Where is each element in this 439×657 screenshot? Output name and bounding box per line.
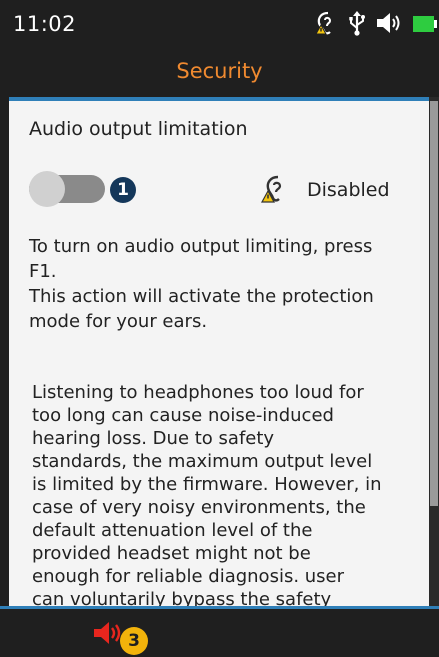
limit-status-label: Disabled <box>307 179 390 201</box>
warning-text: Listening to headphones too loud for too… <box>32 381 424 606</box>
function-key-bar: 3 <box>0 606 439 657</box>
instruction-line: This action will activate the protection <box>29 286 374 307</box>
warning-line: can voluntarily bypass the safety <box>32 589 332 606</box>
warning-line: Listening to headphones too loud for <box>32 382 364 403</box>
device-screen: 11:02 Security Audio output limitation 1… <box>0 0 439 657</box>
warning-line: default attenuation level of the <box>32 520 313 541</box>
hearing-protection-icon <box>315 11 332 35</box>
instructions-text: To turn on audio output limiting, press … <box>29 234 421 334</box>
usb-icon <box>349 11 365 36</box>
warning-line: is limited by the firmware. However, in <box>32 474 382 495</box>
instruction-line: To turn on audio output limiting, press <box>29 236 373 257</box>
scrollbar-thumb[interactable] <box>430 101 438 506</box>
speaker-icon <box>377 13 400 33</box>
status-bar: 11:02 <box>0 0 439 44</box>
step-badge-3: 3 <box>120 627 148 655</box>
battery-icon <box>413 16 437 32</box>
instruction-line: mode for your ears. <box>29 311 208 332</box>
status-time: 11:02 <box>13 12 77 36</box>
warning-line: standards, the maximum output level <box>32 451 373 472</box>
toggle-knob <box>29 171 65 207</box>
audio-limit-toggle[interactable] <box>29 171 105 207</box>
title-bar: Security <box>0 44 439 96</box>
instruction-line: F1. <box>29 261 57 282</box>
warning-line: too long can cause noise-induced <box>32 405 334 426</box>
page-title: Security <box>176 59 263 83</box>
step-badge-1: 1 <box>110 177 136 203</box>
warning-line: case of very noisy environments, the <box>32 497 366 518</box>
warning-line: enough for reliable diagnosis. user <box>32 566 345 587</box>
content-panel[interactable]: Audio output limitation 1 Disabled To tu… <box>9 97 429 606</box>
hearing-warning-icon <box>260 175 282 203</box>
warning-line: hearing loss. Due to safety <box>32 428 275 449</box>
warning-line: provided headset might not be <box>32 543 311 564</box>
section-title: Audio output limitation <box>29 118 248 140</box>
